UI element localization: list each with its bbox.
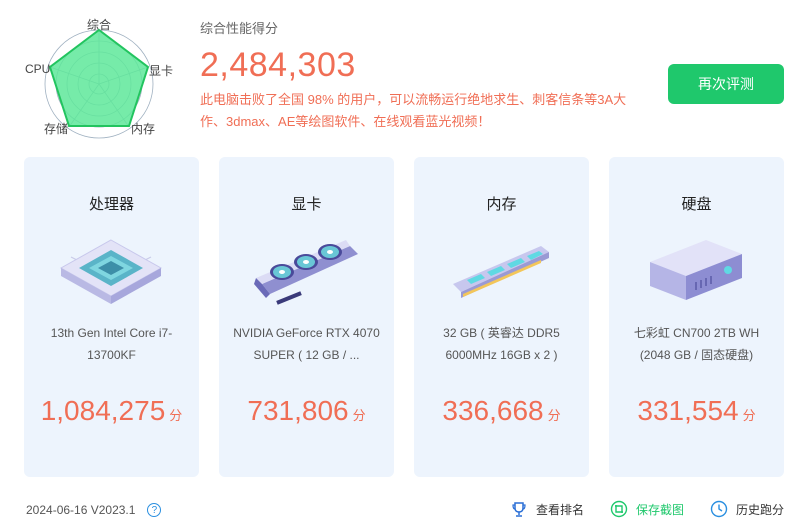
overall-summary: 综合性能得分 2,484,303 此电脑击败了全国 98% 的用户，可以流畅运行… <box>200 18 650 133</box>
card-score-unit: 分 <box>547 408 561 423</box>
help-icon[interactable]: ? <box>147 503 162 517</box>
save-screenshot-link[interactable]: 保存截图 <box>610 500 684 518</box>
ram-stick-icon <box>441 232 561 312</box>
card-score: 331,554 <box>637 395 739 426</box>
radar-label-gpu: 显卡 <box>149 64 174 78</box>
card-spec: 13th Gen Intel Core i7-13700KF <box>50 326 173 362</box>
card-title: 显卡 <box>291 196 322 213</box>
overall-description: 此电脑击败了全国 98% 的用户，可以流畅运行绝地求生、刺客信条等3A大作、3d… <box>200 92 627 129</box>
card-score-unit: 分 <box>169 408 183 423</box>
radar-label-overall: 综合 <box>87 18 112 32</box>
card-score-row: 1,084,275 分 <box>24 395 199 427</box>
retest-button[interactable]: 再次评测 <box>668 64 784 104</box>
radar-polygon <box>48 28 150 127</box>
radar-label-memory: 内存 <box>131 122 156 136</box>
history-scores-label: 历史跑分 <box>736 502 785 517</box>
graphics-card-icon <box>246 232 366 312</box>
screenshot-icon <box>610 500 628 518</box>
view-ranking-label: 查看排名 <box>536 502 585 517</box>
performance-radar-chart: 综合 显卡 内存 存储 CPU <box>20 12 190 142</box>
version-text: 2024-06-16 V2023.1 <box>26 503 136 517</box>
save-screenshot-label: 保存截图 <box>636 502 685 517</box>
component-card-gpu: 显卡 NVIDIA GeForce RTX 4070 SUPER ( 12 GB… <box>219 157 394 477</box>
card-title: 硬盘 <box>681 196 712 213</box>
card-score: 1,084,275 <box>40 395 166 426</box>
component-card-memory: 内存 32 GB ( 英睿达 DDR5 6000MHz 16GB x 2 ) 3… <box>414 157 589 477</box>
card-title: 处理器 <box>88 196 134 213</box>
card-spec: NVIDIA GeForce RTX 4070 SUPER ( 12 GB / … <box>233 326 380 362</box>
overall-score-label: 综合性能得分 <box>200 21 279 36</box>
component-card-cpu: 处理器 13th Gen Intel Core i7-13700KF 1,084… <box>24 157 199 477</box>
card-score: 336,668 <box>442 395 544 426</box>
card-spec: 七彩虹 CN700 2TB WH (2048 GB / 固态硬盘) <box>633 326 760 362</box>
card-score-row: 336,668 分 <box>414 395 589 427</box>
radar-label-storage: 存储 <box>44 122 69 136</box>
view-ranking-link[interactable]: 查看排名 <box>510 500 584 518</box>
card-score-row: 731,806 分 <box>219 395 394 427</box>
card-spec: 32 GB ( 英睿达 DDR5 6000MHz 16GB x 2 ) <box>443 326 560 362</box>
component-card-storage: 硬盘 七彩虹 CN700 2TB WH (2048 GB / 固态硬盘) 331… <box>609 157 784 477</box>
card-score-unit: 分 <box>352 408 366 423</box>
overall-score: 2,484,303 <box>200 46 356 84</box>
card-score-row: 331,554 分 <box>609 395 784 427</box>
hard-drive-icon <box>636 232 756 312</box>
card-title: 内存 <box>486 196 517 213</box>
trophy-icon <box>512 502 526 517</box>
cpu-chip-icon <box>51 232 171 312</box>
card-score-unit: 分 <box>742 408 756 423</box>
history-scores-link[interactable]: 历史跑分 <box>710 500 784 518</box>
radar-label-cpu: CPU <box>25 62 51 76</box>
clock-icon <box>710 500 728 518</box>
card-score: 731,806 <box>247 395 349 426</box>
version-info: 2024-06-16 V2023.1 ? <box>26 503 162 517</box>
